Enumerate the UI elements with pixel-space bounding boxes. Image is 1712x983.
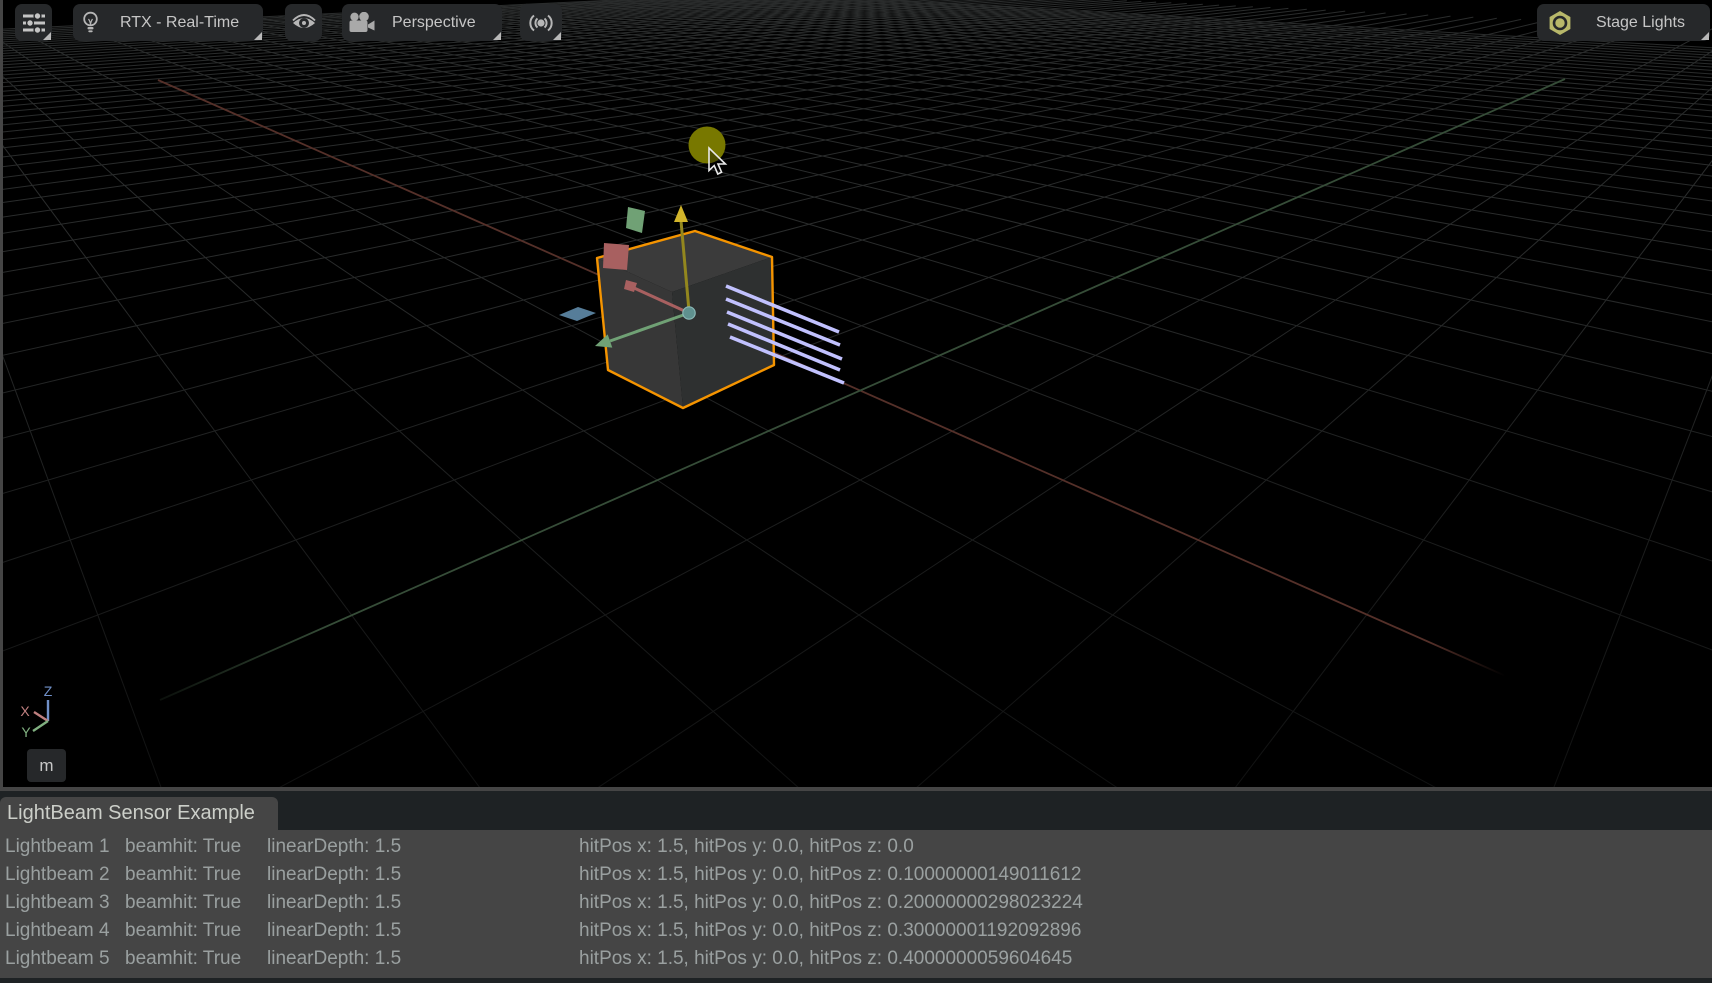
sensor-row-hitpos: hitPos x: 1.5, hitPos y: 0.0, hitPos z: … <box>579 833 914 861</box>
omniverse-window: Z X Y RTX - Real <box>0 0 1712 983</box>
panel-bottom-strip <box>0 978 1712 983</box>
dropdown-corner-icon <box>1701 32 1709 40</box>
eye-icon <box>291 14 317 32</box>
sensor-row-beamhit: beamhit: True <box>125 889 267 917</box>
video-camera-icon <box>349 12 375 34</box>
unit-badge[interactable]: m <box>27 749 66 782</box>
panel-tab-bar: LightBeam Sensor Example <box>0 791 1712 830</box>
sensor-readout-panel: Lightbeam 1beamhit: TruelinearDepth: 1.5… <box>0 830 1712 978</box>
stage-lights-button[interactable]: Stage Lights <box>1537 4 1710 41</box>
tripod-x-label: X <box>20 703 30 719</box>
sliders-icon <box>22 11 46 35</box>
sensor-row: Lightbeam 4beamhit: TruelinearDepth: 1.5… <box>0 917 1712 945</box>
signal-button[interactable] <box>520 4 562 41</box>
stage-light-icon <box>1547 10 1573 36</box>
sensor-row-hitpos: hitPos x: 1.5, hitPos y: 0.0, hitPos z: … <box>579 917 1081 945</box>
sensor-row-hitpos: hitPos x: 1.5, hitPos y: 0.0, hitPos z: … <box>579 861 1081 889</box>
renderer-mode-button[interactable]: RTX - Real-Time <box>73 4 263 41</box>
viewport-3d[interactable]: Z X Y RTX - Real <box>0 0 1712 787</box>
tripod-y-label: Y <box>21 724 31 740</box>
viewport-left-edge <box>0 0 3 787</box>
sensor-row: Lightbeam 5beamhit: TruelinearDepth: 1.5… <box>0 945 1712 973</box>
gizmo-center-ball[interactable] <box>683 307 695 319</box>
scene-svg: Z X Y <box>0 0 1712 787</box>
sensor-row-lineardepth: linearDepth: 1.5 <box>267 945 579 973</box>
viewport-settings-button[interactable] <box>15 4 52 41</box>
sensor-row-hitpos: hitPos x: 1.5, hitPos y: 0.0, hitPos z: … <box>579 945 1072 973</box>
sensor-row-lineardepth: linearDepth: 1.5 <box>267 917 579 945</box>
signal-waves-icon <box>526 12 556 34</box>
sensor-row: Lightbeam 3beamhit: TruelinearDepth: 1.5… <box>0 889 1712 917</box>
camera-view-button[interactable]: Perspective <box>342 4 502 41</box>
tab-lightbeam-sensor-example[interactable]: LightBeam Sensor Example <box>0 797 278 830</box>
sensor-row-lineardepth: linearDepth: 1.5 <box>267 861 579 889</box>
sensor-row-beamhit: beamhit: True <box>125 861 267 889</box>
camera-view-label: Perspective <box>392 14 476 32</box>
sensor-row-name: Lightbeam 3 <box>5 889 125 917</box>
visibility-button[interactable] <box>285 4 322 41</box>
sensor-row-name: Lightbeam 1 <box>5 833 125 861</box>
sensor-row-name: Lightbeam 2 <box>5 861 125 889</box>
sensor-row-lineardepth: linearDepth: 1.5 <box>267 889 579 917</box>
sensor-row-name: Lightbeam 4 <box>5 917 125 945</box>
sensor-row-name: Lightbeam 5 <box>5 945 125 973</box>
sensor-row: Lightbeam 1beamhit: TruelinearDepth: 1.5… <box>0 833 1712 861</box>
sensor-row-lineardepth: linearDepth: 1.5 <box>267 833 579 861</box>
grid-depth-fade <box>0 0 1712 787</box>
dropdown-corner-icon <box>254 32 262 40</box>
gizmo-xz-plane-handle[interactable] <box>603 243 629 270</box>
sensor-row: Lightbeam 2beamhit: TruelinearDepth: 1.5… <box>0 861 1712 889</box>
dropdown-corner-icon <box>493 32 501 40</box>
stage-lights-label: Stage Lights <box>1596 14 1685 32</box>
sensor-row-beamhit: beamhit: True <box>125 945 267 973</box>
tripod-z-label: Z <box>44 683 53 699</box>
sensor-row-beamhit: beamhit: True <box>125 833 267 861</box>
renderer-mode-label: RTX - Real-Time <box>120 14 239 32</box>
lightbulb-icon <box>82 10 99 36</box>
sensor-row-beamhit: beamhit: True <box>125 917 267 945</box>
sensor-row-hitpos: hitPos x: 1.5, hitPos y: 0.0, hitPos z: … <box>579 889 1083 917</box>
